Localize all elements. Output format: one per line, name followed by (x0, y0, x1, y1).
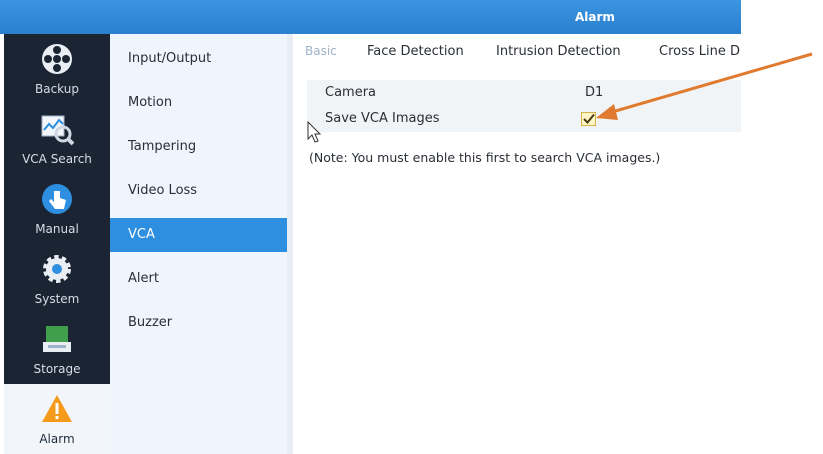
film-reel-icon (40, 42, 74, 76)
nav-item-backup[interactable]: Backup (4, 34, 110, 104)
nvr-settings-window: Alarm Backup VCA Search Manual System St… (0, 0, 741, 454)
save-vca-label: Save VCA Images (325, 111, 440, 126)
left-nav: Backup VCA Search Manual System Storage … (4, 34, 110, 454)
checkmark-icon (583, 113, 595, 124)
sub-nav-item-motion[interactable]: Motion (110, 86, 287, 120)
sub-nav-item-tampering[interactable]: Tampering (110, 130, 287, 164)
sub-nav-item-alert[interactable]: Alert (110, 262, 287, 296)
camera-label: Camera (325, 85, 377, 100)
note-text: (Note: You must enable this first to sea… (309, 150, 661, 165)
nav-item-label: Backup (35, 82, 79, 96)
nav-item-label: Manual (35, 222, 79, 236)
sub-nav-item-video-loss[interactable]: Video Loss (110, 174, 287, 208)
tab-face-detection[interactable]: Face Detection (367, 44, 464, 59)
hand-pointer-icon (40, 182, 74, 216)
nav-item-storage[interactable]: Storage (4, 314, 110, 384)
nav-item-label: VCA Search (22, 152, 92, 166)
nav-item-alarm[interactable]: Alarm (4, 384, 110, 454)
content-panel: Basic Face Detection Intrusion Detection… (287, 34, 741, 454)
chart-magnifier-icon (40, 112, 75, 146)
title-bar: Alarm (0, 0, 741, 34)
gear-icon (40, 252, 74, 286)
window-title: Alarm (575, 10, 615, 24)
nav-item-vca-search[interactable]: VCA Search (4, 104, 110, 174)
tab-cross-line-detection[interactable]: Cross Line D (659, 44, 740, 59)
tab-basic[interactable]: Basic (305, 44, 337, 58)
nav-item-label: Storage (33, 362, 81, 376)
nav-item-label: System (34, 292, 80, 306)
save-vca-checkbox[interactable] (581, 112, 596, 126)
tab-bar: Basic Face Detection Intrusion Detection… (293, 34, 741, 66)
nav-item-label: Alarm (39, 432, 75, 446)
sub-nav-item-input-output[interactable]: Input/Output (110, 42, 287, 76)
drive-box-icon (40, 322, 74, 356)
sub-nav-item-vca[interactable]: VCA (110, 218, 287, 252)
mouse-cursor-icon (307, 121, 322, 143)
tab-intrusion-detection[interactable]: Intrusion Detection (496, 44, 621, 59)
nav-item-manual[interactable]: Manual (4, 174, 110, 244)
warning-icon (40, 392, 74, 426)
sub-nav: Input/Output Motion Tampering Video Loss… (110, 34, 287, 454)
sub-nav-item-buzzer[interactable]: Buzzer (110, 306, 287, 340)
nav-item-system[interactable]: System (4, 244, 110, 314)
camera-select[interactable]: D1 (585, 85, 603, 100)
save-vca-row: Save VCA Images (307, 106, 741, 132)
camera-row: Camera D1 (307, 80, 741, 106)
